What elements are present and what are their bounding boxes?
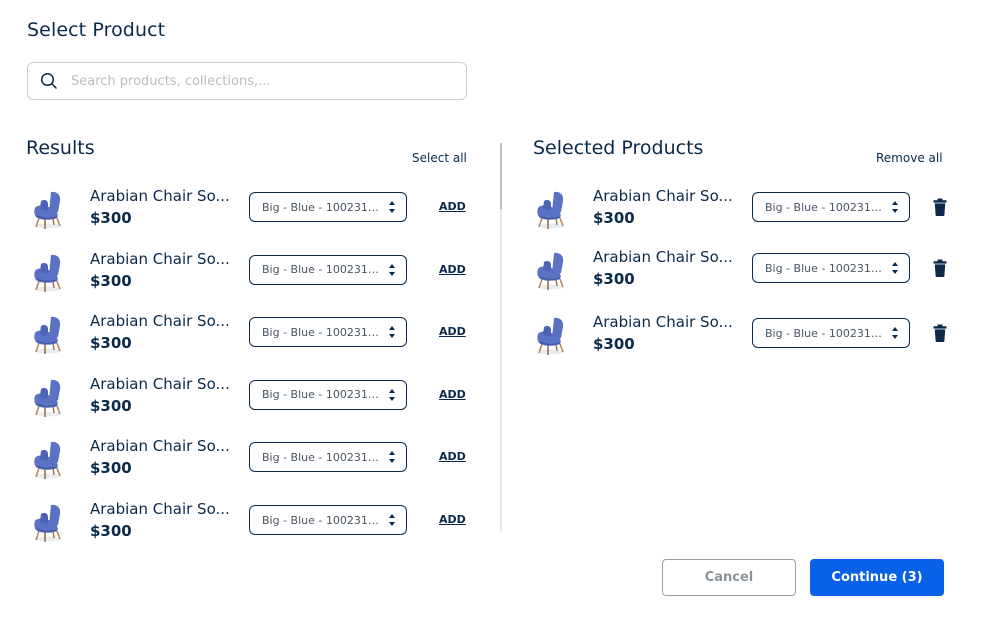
trash-icon[interactable] — [933, 198, 947, 216]
variant-value: Big - Blue - 1002312... — [262, 325, 380, 339]
result-row: Arabian Chair So... $300 Big - Blue - 10… — [27, 497, 466, 549]
page-title: Select Product — [27, 19, 166, 41]
variant-select[interactable]: Big - Blue - 1002312... — [752, 318, 910, 348]
updown-arrows-icon — [389, 388, 395, 401]
product-price: $300 — [90, 396, 132, 415]
product-price: $300 — [593, 270, 635, 288]
selected-title: Selected Products — [533, 137, 704, 159]
trash-icon[interactable] — [933, 324, 947, 342]
variant-select[interactable]: Big - Blue - 1002312... — [752, 253, 910, 283]
variant-value: Big - Blue - 1002312... — [765, 326, 883, 340]
product-name: Arabian Chair So... — [90, 437, 230, 456]
result-row: Arabian Chair So... $300 Big - Blue - 10… — [27, 247, 466, 299]
variant-select[interactable]: Big - Blue - 1002312... — [249, 505, 407, 535]
product-name: Arabian Chair So... — [90, 249, 230, 268]
cancel-button[interactable]: Cancel — [662, 559, 796, 596]
selected-row: Arabian Chair So... $300 Big - Blue - 10… — [530, 184, 950, 236]
updown-arrows-icon — [389, 201, 395, 213]
result-row: Arabian Chair So... $300 Big - Blue - 10… — [27, 184, 466, 236]
product-name: Arabian Chair So... — [593, 187, 733, 205]
chair-icon — [27, 438, 71, 482]
add-button[interactable]: ADD — [439, 263, 466, 276]
selected-row: Arabian Chair So... $300 Big - Blue - 10… — [530, 245, 950, 297]
variant-value: Big - Blue - 1002312... — [262, 450, 380, 464]
variant-select[interactable]: Big - Blue - 1002312... — [249, 254, 407, 285]
chair-icon — [27, 251, 71, 295]
chair-icon — [530, 314, 574, 358]
updown-arrows-icon — [389, 451, 395, 464]
variant-value: Big - Blue - 1002312... — [262, 263, 380, 277]
add-button[interactable]: ADD — [439, 513, 466, 526]
results-scrollbar[interactable] — [500, 143, 502, 531]
product-price: $300 — [90, 522, 132, 540]
product-price: $300 — [90, 209, 132, 227]
chair-icon — [27, 501, 71, 545]
product-name: Arabian Chair So... — [90, 312, 230, 331]
variant-select[interactable]: Big - Blue - 1002312... — [249, 379, 407, 410]
search-input[interactable] — [71, 73, 451, 89]
chair-icon — [27, 376, 71, 420]
chair-icon — [530, 188, 574, 232]
product-price: $300 — [593, 209, 635, 227]
continue-button[interactable]: Continue (3) — [810, 559, 944, 596]
variant-value: Big - Blue - 1002312... — [765, 261, 883, 275]
variant-value: Big - Blue - 1002312... — [262, 200, 380, 214]
updown-arrows-icon — [389, 263, 395, 276]
updown-arrows-icon — [389, 326, 395, 339]
updown-arrows-icon — [389, 514, 395, 526]
product-name: Arabian Chair So... — [593, 313, 733, 331]
variant-value: Big - Blue - 1002312... — [765, 200, 883, 214]
product-price: $300 — [90, 271, 132, 290]
variant-value: Big - Blue - 1002312... — [262, 513, 380, 527]
updown-arrows-icon — [892, 327, 898, 339]
chair-icon — [27, 188, 71, 232]
variant-select[interactable]: Big - Blue - 1002312... — [249, 317, 407, 348]
variant-select[interactable]: Big - Blue - 1002312... — [752, 192, 910, 222]
scrollbar-thumb[interactable] — [500, 143, 502, 209]
select-all-link[interactable]: Select all — [412, 151, 467, 165]
result-row: Arabian Chair So... $300 Big - Blue - 10… — [27, 434, 466, 486]
product-price: $300 — [593, 335, 635, 353]
variant-select[interactable]: Big - Blue - 1002312... — [249, 442, 407, 473]
search-icon — [40, 72, 57, 89]
trash-icon[interactable] — [933, 259, 947, 277]
add-button[interactable]: ADD — [439, 200, 466, 213]
variant-select[interactable]: Big - Blue - 1002312... — [249, 192, 407, 222]
variant-value: Big - Blue - 1002312... — [262, 388, 380, 402]
updown-arrows-icon — [892, 201, 898, 213]
remove-all-link[interactable]: Remove all — [876, 151, 943, 165]
search-box[interactable] — [27, 62, 467, 100]
product-price: $300 — [90, 459, 132, 478]
product-name: Arabian Chair So... — [90, 500, 230, 518]
updown-arrows-icon — [892, 262, 898, 274]
result-row: Arabian Chair So... $300 Big - Blue - 10… — [27, 372, 466, 424]
result-row: Arabian Chair So... $300 Big - Blue - 10… — [27, 309, 466, 361]
product-name: Arabian Chair So... — [90, 187, 230, 205]
results-title: Results — [26, 137, 95, 159]
add-button[interactable]: ADD — [439, 325, 466, 338]
add-button[interactable]: ADD — [439, 450, 466, 463]
product-price: $300 — [90, 334, 132, 353]
product-name: Arabian Chair So... — [90, 374, 230, 393]
chair-icon — [27, 313, 71, 357]
add-button[interactable]: ADD — [439, 388, 466, 401]
selected-row: Arabian Chair So... $300 Big - Blue - 10… — [530, 310, 950, 362]
chair-icon — [530, 249, 574, 293]
product-name: Arabian Chair So... — [593, 248, 733, 266]
